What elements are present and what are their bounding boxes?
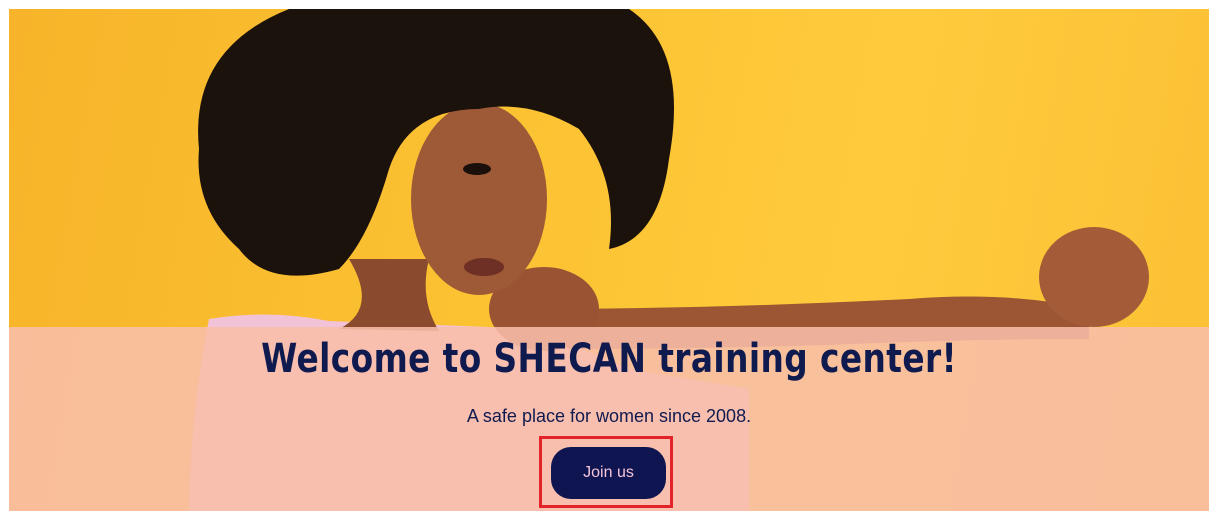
tagline-text: A safe place for women since 2008. (466, 406, 752, 426)
join-us-button[interactable]: Join us (551, 447, 666, 499)
page: Welcome to SHECAN training center! A saf… (0, 0, 1225, 520)
welcome-headline: Welcome to SHECAN training center! (261, 336, 957, 382)
neck-shape (339, 259, 439, 331)
lips-shape (464, 258, 504, 276)
fist-shape (1039, 227, 1149, 327)
eye-shape (463, 163, 491, 175)
